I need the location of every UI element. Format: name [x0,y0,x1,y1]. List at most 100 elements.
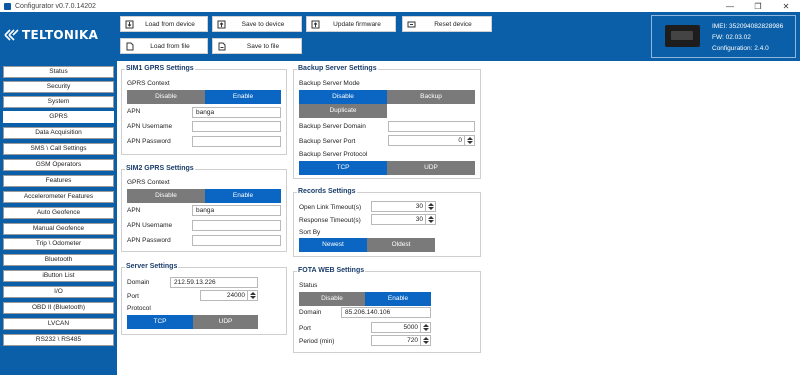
sidebar-item-io[interactable]: I/O [3,286,114,298]
save-to-device-button[interactable]: Save to device [212,16,302,32]
sim1-apn-username-input[interactable] [192,121,281,132]
sidebar-item-sms-call[interactable]: SMS \ Call Settings [3,143,114,155]
fota-port-input[interactable]: 5000 [371,322,431,333]
fota-port-spinner[interactable] [420,323,430,332]
sidebar-item-status[interactable]: Status [3,66,114,78]
fota-disable-button[interactable]: Disable [299,292,365,306]
fota-period-input[interactable]: 720 [371,335,431,346]
server-domain-label: Domain [127,279,150,286]
sidebar-item-gsm-operators[interactable]: GSM Operators [3,159,114,171]
sidebar-item-auto-geofence[interactable]: Auto Geofence [3,207,114,219]
response-timeout-value: 30 [415,216,423,223]
server-port-input[interactable]: 24000 [200,290,258,301]
backup-backup-button[interactable]: Backup [387,90,475,104]
server-port-label: Port [127,293,139,300]
sidebar-item-data-acquisition[interactable]: Data Acquisition [3,127,114,139]
sim2-apn-username-input[interactable] [192,220,281,231]
sim2-apn-input[interactable]: banga [192,205,281,216]
sidebar-item-features[interactable]: Features [3,175,114,187]
header-toolbar: TELTONIKA Load from device Save to devic… [0,12,800,61]
sidebar-item-rs232-rs485[interactable]: RS232 \ RS485 [3,334,114,346]
backup-port-label: Backup Server Port [299,138,356,145]
sim1-apn-password-input[interactable] [192,136,281,147]
backup-duplicate-button[interactable]: Duplicate [299,104,387,118]
sidebar-item-ibutton-list[interactable]: iButton List [3,270,114,282]
server-port-spinner[interactable] [247,291,257,300]
close-button[interactable]: ✕ [772,0,800,12]
response-timeout-input[interactable]: 30 [371,214,436,225]
load-from-file-button[interactable]: Load from file [120,38,208,54]
sim2-apn-username-label: APN Username [127,222,173,229]
backup-protocol-label: Backup Server Protocol [299,151,368,158]
device-config-version: Configuration: 2.4.0 [712,45,769,52]
sim2-enable-button[interactable]: Enable [205,189,281,203]
device-image [665,25,700,47]
sim1-gprs-context-label: GPRS Context [127,80,170,87]
sim2-apn-password-input[interactable] [192,235,281,246]
backup-port-value: 0 [458,137,462,144]
load-from-device-button[interactable]: Load from device [120,16,208,32]
sim1-disable-button[interactable]: Disable [127,90,205,104]
fota-port-value: 5000 [403,324,418,331]
sim1-gprs-title: SIM1 GPRS Settings [125,65,195,72]
sim2-gprs-context-label: GPRS Context [127,179,170,186]
save-to-file-button[interactable]: Save to file [212,38,302,54]
server-tcp-button[interactable]: TCP [127,315,193,329]
sim1-apn-input[interactable]: banga [192,107,281,118]
backup-udp-button[interactable]: UDP [387,161,475,175]
update-firmware-button[interactable]: Update firmware [306,16,396,32]
sidebar-item-trip-odometer[interactable]: Trip \ Odometer [3,238,114,250]
open-link-timeout-spinner[interactable] [425,202,435,211]
backup-server-title: Backup Server Settings [297,65,378,72]
response-timeout-spinner[interactable] [425,215,435,224]
sidebar-item-gprs[interactable]: GPRS [3,111,114,123]
server-udp-button[interactable]: UDP [193,315,258,329]
fota-status-label: Status [299,282,318,289]
sort-newest-button[interactable]: Newest [299,238,367,252]
fota-period-value: 720 [407,337,418,344]
sidebar-item-security[interactable]: Security [3,81,114,93]
backup-port-spinner[interactable] [464,136,474,145]
fota-domain-label: Domain [299,309,322,316]
sidebar-item-manual-geofence[interactable]: Manual Geofence [3,223,114,235]
teltonika-logo: TELTONIKA [4,28,98,42]
backup-server-mode-label: Backup Server Mode [299,80,360,87]
backup-disable-button[interactable]: Disable [299,90,387,104]
window-titlebar: Configurator v0.7.0.14202 — ❐ ✕ [0,0,800,12]
device-imei: IMEI: 352094082828986 [712,23,784,30]
fota-enable-button[interactable]: Enable [365,292,431,306]
backup-tcp-button[interactable]: TCP [299,161,387,175]
sort-by-label: Sort By [299,229,321,236]
sim2-apn-label: APN [127,207,141,214]
window-title: Configurator v0.7.0.14202 [15,2,96,10]
sidebar-item-lvcan[interactable]: LVCAN [3,318,114,330]
sidebar-item-accelerometer[interactable]: Accelerometer Features [3,191,114,203]
server-settings-title: Server Settings [125,263,179,270]
sidebar-item-system[interactable]: System [3,96,114,108]
backup-domain-input[interactable] [388,121,475,132]
server-protocol-label: Protocol [127,305,151,312]
sim2-apn-password-label: APN Password [127,237,171,244]
sidebar-nav: Status Security System GPRS Data Acquisi… [0,61,117,375]
fota-web-title: FOTA WEB Settings [297,267,366,274]
open-link-timeout-value: 30 [415,203,423,210]
records-settings-title: Records Settings [297,188,357,195]
sim2-disable-button[interactable]: Disable [127,189,205,203]
teltonika-logo-icon [4,29,19,41]
response-timeout-label: Response Timeout(s) [299,217,361,224]
sim1-apn-password-label: APN Password [127,138,171,145]
sidebar-item-bluetooth[interactable]: Bluetooth [3,254,114,266]
sidebar-item-obd-bluetooth[interactable]: OBD II (Bluetooth) [3,302,114,314]
sim1-enable-button[interactable]: Enable [205,90,281,104]
fota-period-label: Period (min) [299,338,335,345]
open-link-timeout-input[interactable]: 30 [371,201,436,212]
fota-period-spinner[interactable] [420,336,430,345]
backup-port-input[interactable]: 0 [388,135,475,146]
fota-domain-input[interactable]: 85.206.140.106 [341,307,431,318]
server-domain-input[interactable]: 212.59.13.226 [170,277,258,288]
sort-oldest-button[interactable]: Oldest [367,238,435,252]
minimize-button[interactable]: — [716,0,744,12]
app-icon [4,2,11,10]
restore-button[interactable]: ❐ [744,0,772,12]
reset-device-button[interactable]: Reset device [402,16,492,32]
